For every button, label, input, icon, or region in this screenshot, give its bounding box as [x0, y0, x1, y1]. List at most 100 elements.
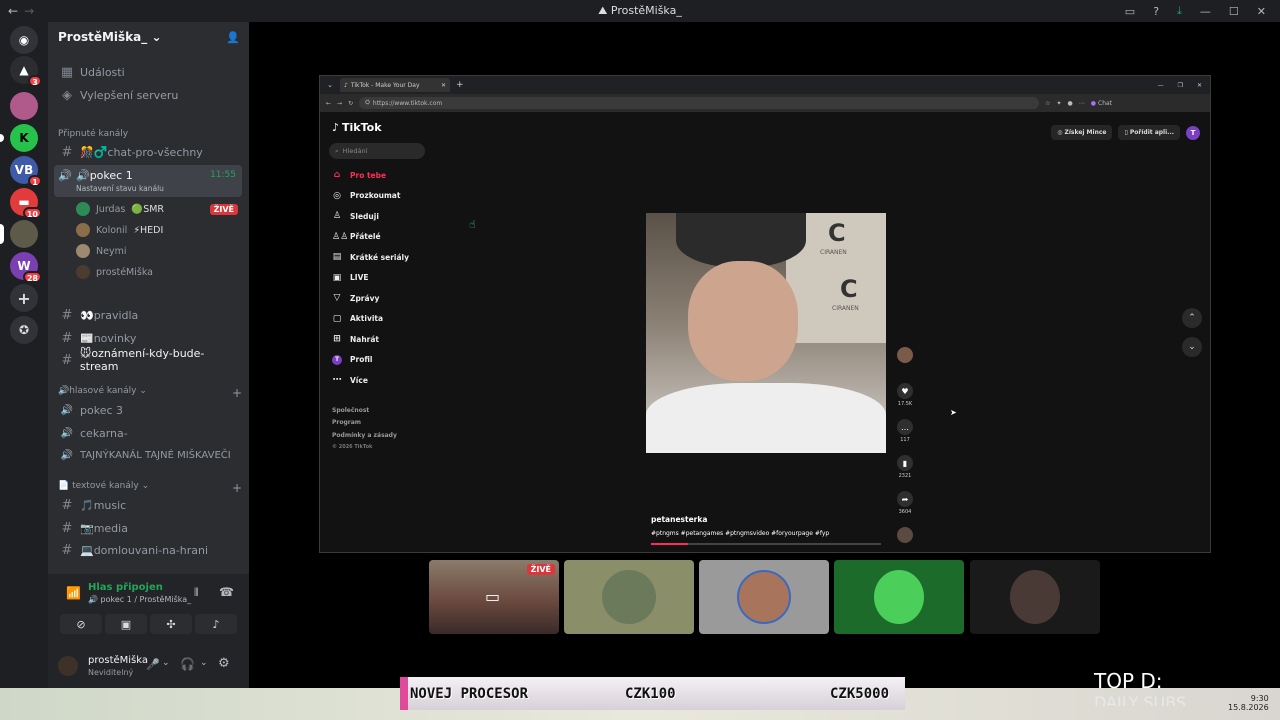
back-icon[interactable]: ←: [326, 100, 331, 107]
activities-button[interactable]: ✣: [150, 614, 192, 634]
close-icon[interactable]: ✕: [1197, 82, 1202, 89]
get-coins-button[interactable]: ◎ Získej Mince: [1051, 125, 1113, 140]
profile-avatar[interactable]: T: [1186, 125, 1200, 140]
close-icon[interactable]: ✕: [1257, 5, 1266, 18]
add-member-icon[interactable]: 👤: [226, 31, 240, 44]
discover-button[interactable]: ✪: [10, 316, 38, 344]
tiktok-nav-live[interactable]: ▣ LIVE: [332, 273, 369, 283]
noise-suppression-icon[interactable]: ⫴: [194, 586, 199, 600]
channel-tajny-kanal[interactable]: 🔊 TAJNÝKANÁL TAJNÉ MIŠKAVEČI: [56, 445, 242, 465]
settings-gear-icon[interactable]: ⚙: [218, 656, 230, 671]
channel-music[interactable]: # 🎵music: [56, 495, 242, 515]
camera-off-button[interactable]: ⊘: [60, 614, 102, 634]
tab-close-icon[interactable]: ✕: [441, 82, 446, 89]
video-progress[interactable]: [651, 543, 881, 545]
category-voice[interactable]: 🔊hlasové kanály ⌄ +: [58, 386, 242, 400]
voice-user-neymi[interactable]: Neymi: [76, 242, 126, 260]
tiktok-nav-more[interactable]: ⋯ Více: [332, 375, 368, 385]
channel-novinky[interactable]: # 📰novinky: [56, 328, 242, 348]
maximize-icon[interactable]: ☐: [1229, 5, 1239, 18]
screen-share-button[interactable]: ▣: [105, 614, 147, 634]
menu-icon[interactable]: ⋯: [1079, 100, 1085, 107]
next-video-button[interactable]: ⌄: [1182, 337, 1202, 357]
server-header[interactable]: ProstěMiška_ ⌄ 👤: [58, 30, 248, 44]
download-icon[interactable]: ⤓: [1177, 4, 1182, 18]
channel-media[interactable]: # 📷media: [56, 518, 242, 538]
server-icon-1[interactable]: ▲ 3: [10, 56, 42, 87]
channel-pravidla[interactable]: # 👀pravidla: [56, 305, 242, 325]
headphones-icon[interactable]: 🎧: [180, 657, 195, 671]
tiktok-video[interactable]: C CIRANEN C CIRANEN: [646, 213, 886, 453]
stream-thumb-3[interactable]: [699, 560, 829, 634]
help-icon[interactable]: ?: [1153, 5, 1159, 18]
channel-chat-pro-vsechny[interactable]: # 🎊♂️chat-pro-všechny: [56, 142, 242, 162]
add-channel-icon[interactable]: +: [232, 481, 242, 495]
save-button[interactable]: ▮ 2321: [895, 455, 915, 479]
get-app-button[interactable]: ▯ Pořídit apli...: [1118, 125, 1180, 140]
channel-pokec-3[interactable]: 🔊 pokec 3: [56, 400, 242, 420]
address-field[interactable]: ⛭ https://www.tiktok.com: [359, 97, 1040, 109]
tab-list-icon[interactable]: ⌄: [324, 81, 336, 89]
server-icon-5[interactable]: ▬ 10: [10, 188, 42, 219]
tiktok-nav-compass[interactable]: ◎ Prozkoumat: [332, 191, 400, 201]
footer-program-link[interactable]: Program: [332, 419, 361, 426]
stream-thumb-5[interactable]: [970, 560, 1100, 634]
channel-oznameni[interactable]: # 🐭oznámení-kdy-bude-stream: [56, 347, 242, 373]
video-hashtags[interactable]: #ptngms #petangames #ptngmsvideo #foryou…: [651, 530, 829, 537]
reload-icon[interactable]: ↻: [348, 100, 353, 107]
server-icon-4[interactable]: VB 1: [10, 156, 42, 187]
stream-browser-window[interactable]: ⌄ ♪ TikTok - Make Your Day ✕ + — ❐ ✕ ← → ↻…: [319, 75, 1211, 553]
profile-icon[interactable]: ●: [1068, 100, 1073, 107]
new-tab-icon[interactable]: +: [456, 80, 464, 90]
music-disc[interactable]: [895, 527, 915, 545]
inbox-icon[interactable]: ▭: [1125, 5, 1135, 18]
tiktok-search-input[interactable]: ⌕ Hledání: [329, 143, 425, 159]
chevron-down-icon[interactable]: ⌄: [200, 658, 208, 668]
events-link[interactable]: ▦ Události: [56, 62, 242, 82]
stream-thumb-4[interactable]: [834, 560, 964, 634]
voice-user-jurdas[interactable]: Jurdas 🟢SMR ŽIVĚ: [76, 200, 238, 218]
category-pinned[interactable]: Připnuté kanály: [58, 129, 242, 139]
user-avatar[interactable]: [58, 656, 78, 676]
microphone-icon[interactable]: 🎤: [146, 658, 160, 671]
home-button[interactable]: ◉: [10, 26, 38, 54]
tiktok-logo[interactable]: ♪ TikTok: [332, 121, 382, 134]
tiktok-nav-messages[interactable]: ▽ Zprávy: [332, 293, 380, 303]
server-icon-6[interactable]: [0, 220, 38, 248]
server-icon-7[interactable]: W 28: [10, 252, 42, 283]
tiktok-nav-activity[interactable]: ▢ Aktivita: [332, 314, 383, 324]
channel-pokec-1[interactable]: 🔊 🔊pokec 1 11:55 Nastavení stavu kanálu: [54, 165, 242, 197]
tiktok-nav-series[interactable]: ▤ Krátké seriály: [332, 252, 409, 262]
comment-button[interactable]: … 117: [895, 419, 915, 443]
like-button[interactable]: ♥ 17.5K: [895, 383, 915, 407]
channel-cekarna[interactable]: 🔊 cekarna-: [56, 423, 242, 443]
prev-video-button[interactable]: ⌃: [1182, 308, 1202, 328]
browser-tab[interactable]: ♪ TikTok - Make Your Day ✕: [340, 78, 450, 92]
boost-link[interactable]: ◈ Vylepšení serveru: [56, 85, 242, 105]
tiktok-nav-upload[interactable]: ⊞ Nahrát: [332, 334, 379, 344]
footer-terms-link[interactable]: Podmínky a zásady: [332, 432, 397, 439]
stream-thumb-2[interactable]: [564, 560, 694, 634]
category-text[interactable]: 📄 textové kanály ⌄ +: [58, 481, 242, 495]
channel-domlouvani[interactable]: # 💻domlouvani-na-hrani: [56, 540, 242, 560]
author-avatar[interactable]: [895, 347, 915, 365]
soundboard-button[interactable]: ♪: [195, 614, 237, 634]
server-icon-2[interactable]: [10, 92, 38, 120]
voice-user-kolonil[interactable]: Kolonil ⚡HEDI: [76, 221, 163, 239]
extensions-icon[interactable]: ✦: [1056, 100, 1061, 107]
taskbar-clock[interactable]: 9:30 15.8.2026: [1228, 694, 1269, 712]
tiktok-nav-profile[interactable]: T Profil: [332, 354, 372, 365]
chevron-down-icon[interactable]: ⌄: [162, 658, 170, 668]
minimize-icon[interactable]: —: [1200, 5, 1211, 18]
server-icon-3[interactable]: K: [0, 124, 38, 152]
add-server-button[interactable]: +: [10, 284, 38, 312]
footer-company-link[interactable]: Společnost: [332, 407, 369, 414]
bookmark-star-icon[interactable]: ☆: [1045, 100, 1050, 107]
minimize-icon[interactable]: —: [1158, 82, 1164, 89]
share-button[interactable]: ➦ 3604: [895, 491, 915, 515]
tiktok-nav-home[interactable]: ⌂ Pro tebe: [332, 170, 386, 180]
stream-thumb-1[interactable]: ŽIVĚ ▭: [429, 560, 559, 634]
disconnect-icon[interactable]: ☎: [219, 585, 234, 599]
restore-icon[interactable]: ❐: [1178, 82, 1183, 89]
tiktok-nav-friends[interactable]: ♙♙ Přátelé: [332, 232, 381, 242]
